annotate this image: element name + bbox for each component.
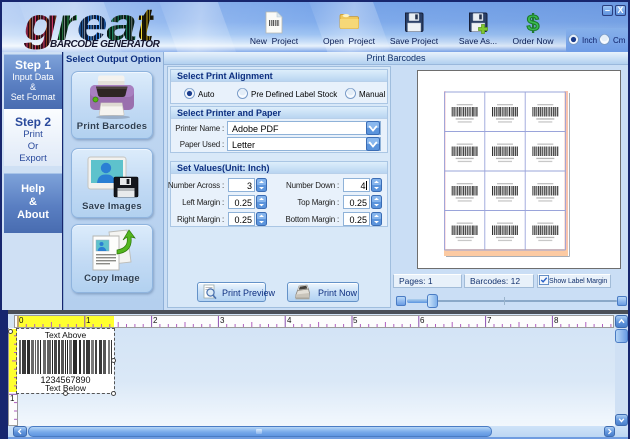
- svg-text:$: $: [527, 11, 540, 36]
